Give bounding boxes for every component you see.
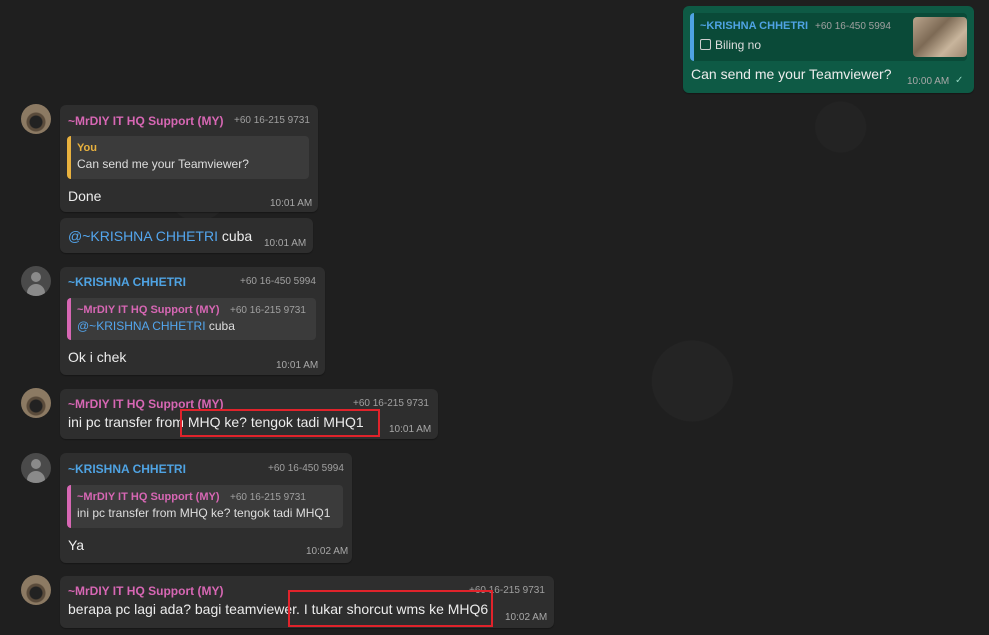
message-text-value: cuba bbox=[217, 228, 253, 244]
quoted-message[interactable]: ~MrDIY IT HQ Support (MY) +60 16-215 973… bbox=[67, 485, 343, 528]
quote-text: Biling no bbox=[700, 38, 761, 52]
quoted-message[interactable]: ~KRISHNA CHHETRI +60 16-450 5994 Biling … bbox=[690, 13, 967, 61]
quote-bar bbox=[690, 13, 694, 61]
message-time: 10:01 AM bbox=[276, 360, 319, 371]
default-avatar-head bbox=[31, 272, 41, 282]
message-text: @~KRISHNA CHHETRI cuba bbox=[68, 228, 252, 244]
default-avatar-head bbox=[31, 459, 41, 469]
quote-bar bbox=[67, 136, 71, 179]
quote-text: @~KRISHNA CHHETRI cuba bbox=[77, 319, 235, 333]
message-text: Done bbox=[68, 188, 102, 204]
message-text: Ok i chek bbox=[68, 349, 127, 365]
outgoing-message[interactable]: ~KRISHNA CHHETRI +60 16-450 5994 Biling … bbox=[683, 6, 974, 93]
message-sender[interactable]: ~MrDIY IT HQ Support (MY) bbox=[68, 114, 223, 128]
sender-phone: +60 16-450 5994 bbox=[268, 463, 344, 474]
quote-phone: +60 16-215 9731 bbox=[230, 305, 306, 316]
quoted-message[interactable]: ~MrDIY IT HQ Support (MY) +60 16-215 973… bbox=[67, 298, 316, 340]
quoted-message[interactable]: You Can send me your Teamviewer? bbox=[67, 136, 309, 179]
image-icon bbox=[700, 39, 711, 50]
avatar[interactable] bbox=[21, 266, 51, 296]
message-time: 10:01 AM bbox=[389, 424, 432, 435]
sender-phone: +60 16-215 9731 bbox=[353, 398, 429, 409]
message-text: Ya bbox=[68, 537, 85, 553]
quote-bar bbox=[67, 485, 71, 528]
message-time: 10:02 AM bbox=[505, 612, 548, 623]
message-sender[interactable]: ~KRISHNA CHHETRI bbox=[68, 462, 186, 476]
message-time: 10:02 AM bbox=[306, 546, 349, 557]
default-avatar-shoulders bbox=[27, 471, 45, 483]
message-time: 10:01 AM bbox=[270, 198, 313, 209]
message-text: Can send me your Teamviewer? bbox=[691, 66, 892, 82]
quote-sender: ~KRISHNA CHHETRI bbox=[700, 20, 809, 32]
quote-text: Can send me your Teamviewer? bbox=[77, 157, 249, 171]
quote-text-value: Biling no bbox=[715, 38, 762, 52]
quote-phone: +60 16-215 9731 bbox=[230, 492, 306, 503]
message-sender[interactable]: ~KRISHNA CHHETRI bbox=[68, 275, 186, 289]
incoming-message[interactable]: @~KRISHNA CHHETRI cuba 10:01 AM bbox=[60, 218, 313, 253]
quote-bar bbox=[67, 298, 71, 340]
quote-text: ini pc transfer from MHQ ke? tengok tadi… bbox=[77, 506, 331, 520]
avatar[interactable] bbox=[21, 575, 51, 605]
avatar[interactable] bbox=[21, 104, 51, 134]
quoted-image-thumbnail bbox=[913, 17, 967, 57]
quote-sender: You bbox=[77, 142, 97, 154]
highlight-box bbox=[180, 409, 380, 437]
incoming-message[interactable]: ~KRISHNA CHHETRI +60 16-450 5994 ~MrDIY … bbox=[60, 453, 352, 563]
mention-link[interactable]: @~KRISHNA CHHETRI bbox=[68, 228, 218, 244]
incoming-message[interactable]: ~KRISHNA CHHETRI +60 16-450 5994 ~MrDIY … bbox=[60, 267, 325, 375]
quote-sender: ~MrDIY IT HQ Support (MY) bbox=[77, 491, 220, 503]
quote-sender: ~MrDIY IT HQ Support (MY) bbox=[77, 304, 220, 316]
quote-phone: +60 16-450 5994 bbox=[815, 21, 891, 32]
message-time: 10:00 AM bbox=[907, 76, 950, 87]
avatar[interactable] bbox=[21, 453, 51, 483]
highlight-box bbox=[288, 590, 493, 627]
message-time: 10:01 AM bbox=[264, 238, 307, 249]
incoming-message[interactable]: ~MrDIY IT HQ Support (MY) +60 16-215 973… bbox=[60, 105, 318, 212]
sender-phone: +60 16-215 9731 bbox=[234, 115, 310, 126]
message-sender[interactable]: ~MrDIY IT HQ Support (MY) bbox=[68, 584, 223, 598]
quote-text-value: cuba bbox=[205, 319, 235, 333]
mention-link: @~KRISHNA CHHETRI bbox=[77, 319, 206, 333]
sender-phone: +60 16-450 5994 bbox=[240, 276, 316, 287]
read-check-icon: ✓ bbox=[955, 75, 964, 86]
default-avatar-shoulders bbox=[27, 284, 45, 296]
avatar[interactable] bbox=[21, 388, 51, 418]
